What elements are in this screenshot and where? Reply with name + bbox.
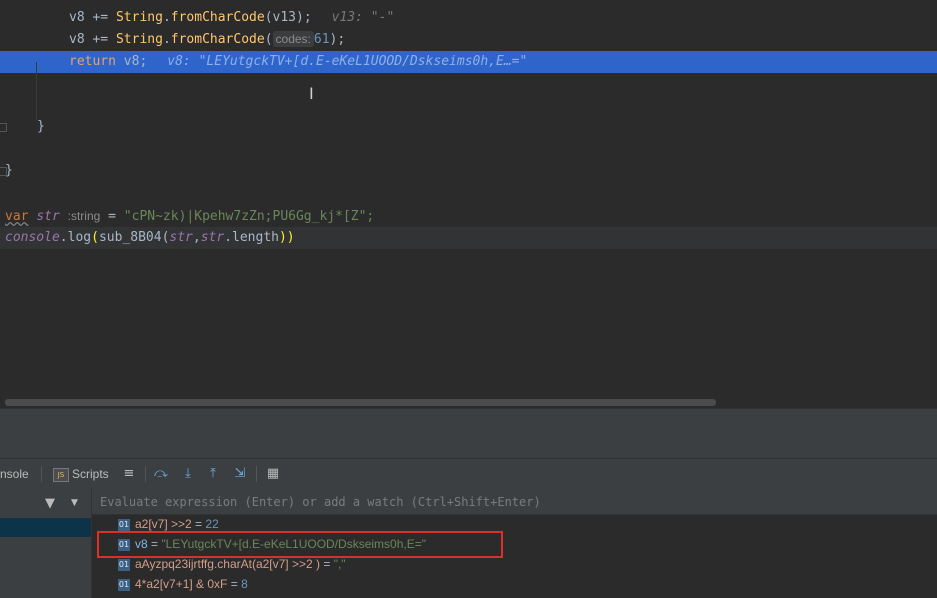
highlight-box [97,531,503,558]
fold-marker-icon[interactable] [0,123,7,132]
code-line-fromcharcode-61: v8 += String.fromCharCode(codes: 61); [69,31,346,47]
code-editor[interactable]: v8 += String.fromCharCode(v13); v13: "-" … [0,0,937,408]
primitive-value-icon: 01 [118,578,130,591]
code-line-console-log[interactable]: console.log(sub_8B04(str,str.length)) [0,227,937,249]
selected-frame[interactable] [0,518,91,537]
indent-guide [36,62,37,120]
toolbar-separator [145,466,146,482]
tab-scripts[interactable]: JS Scripts [53,459,109,489]
fold-marker-icon[interactable] [0,167,7,176]
code-line-function-end: } [5,163,13,178]
inline-value-hint: v8: "LEYutgckTV+[d.E-eKeL1UOOD/Dskseims0… [167,54,528,69]
toolbar-separator [256,466,257,482]
i-beam-cursor-icon: I [309,84,314,103]
code-line-closing-brace: } [37,119,45,134]
toolbar-separator [41,466,42,482]
code-line-var-str: var str :string = "cPN~zk)|Kpehw7zZn;PU6… [5,209,375,224]
step-out-icon[interactable]: ⤒ [205,466,221,482]
step-over-icon[interactable]: ⤼ [153,466,169,482]
type-hint: :string [67,209,101,223]
scripts-icon: JS [53,467,69,482]
table-icon[interactable]: ▦ [265,466,281,482]
parameter-hint: codes: [272,31,314,47]
watch-item[interactable]: 01 4*a2[v7+1] & 0xF = 8 [118,574,248,594]
primitive-value-icon: 01 [118,518,130,531]
run-to-cursor-icon[interactable]: ⇲ [232,466,248,482]
step-into-icon[interactable]: ⤓ [180,466,196,482]
debugger-toolbar: nsole JS Scripts ≡ ⤼ ⤓ ⤒ ⇲ ▦ [0,458,937,490]
horizontal-scrollbar[interactable] [5,399,716,406]
current-execution-line[interactable]: return v8; v8: "LEYutgckTV+[d.E-eKeL1UOOD… [0,51,937,73]
tab-console[interactable]: nsole [0,459,29,489]
filter-icon[interactable]: ▼ [45,496,55,511]
menu-icon[interactable]: ≡ [121,466,137,482]
inline-value-hint: v13: "-" [331,10,395,25]
chevron-down-icon[interactable]: ▼ [71,498,78,508]
panel-divider [0,408,937,459]
primitive-value-icon: 01 [118,558,130,571]
code-line-fromcharcode-v13: v8 += String.fromCharCode(v13); v13: "-" [69,10,395,25]
watch-input[interactable]: Evaluate expression (Enter) or add a wat… [92,489,937,515]
